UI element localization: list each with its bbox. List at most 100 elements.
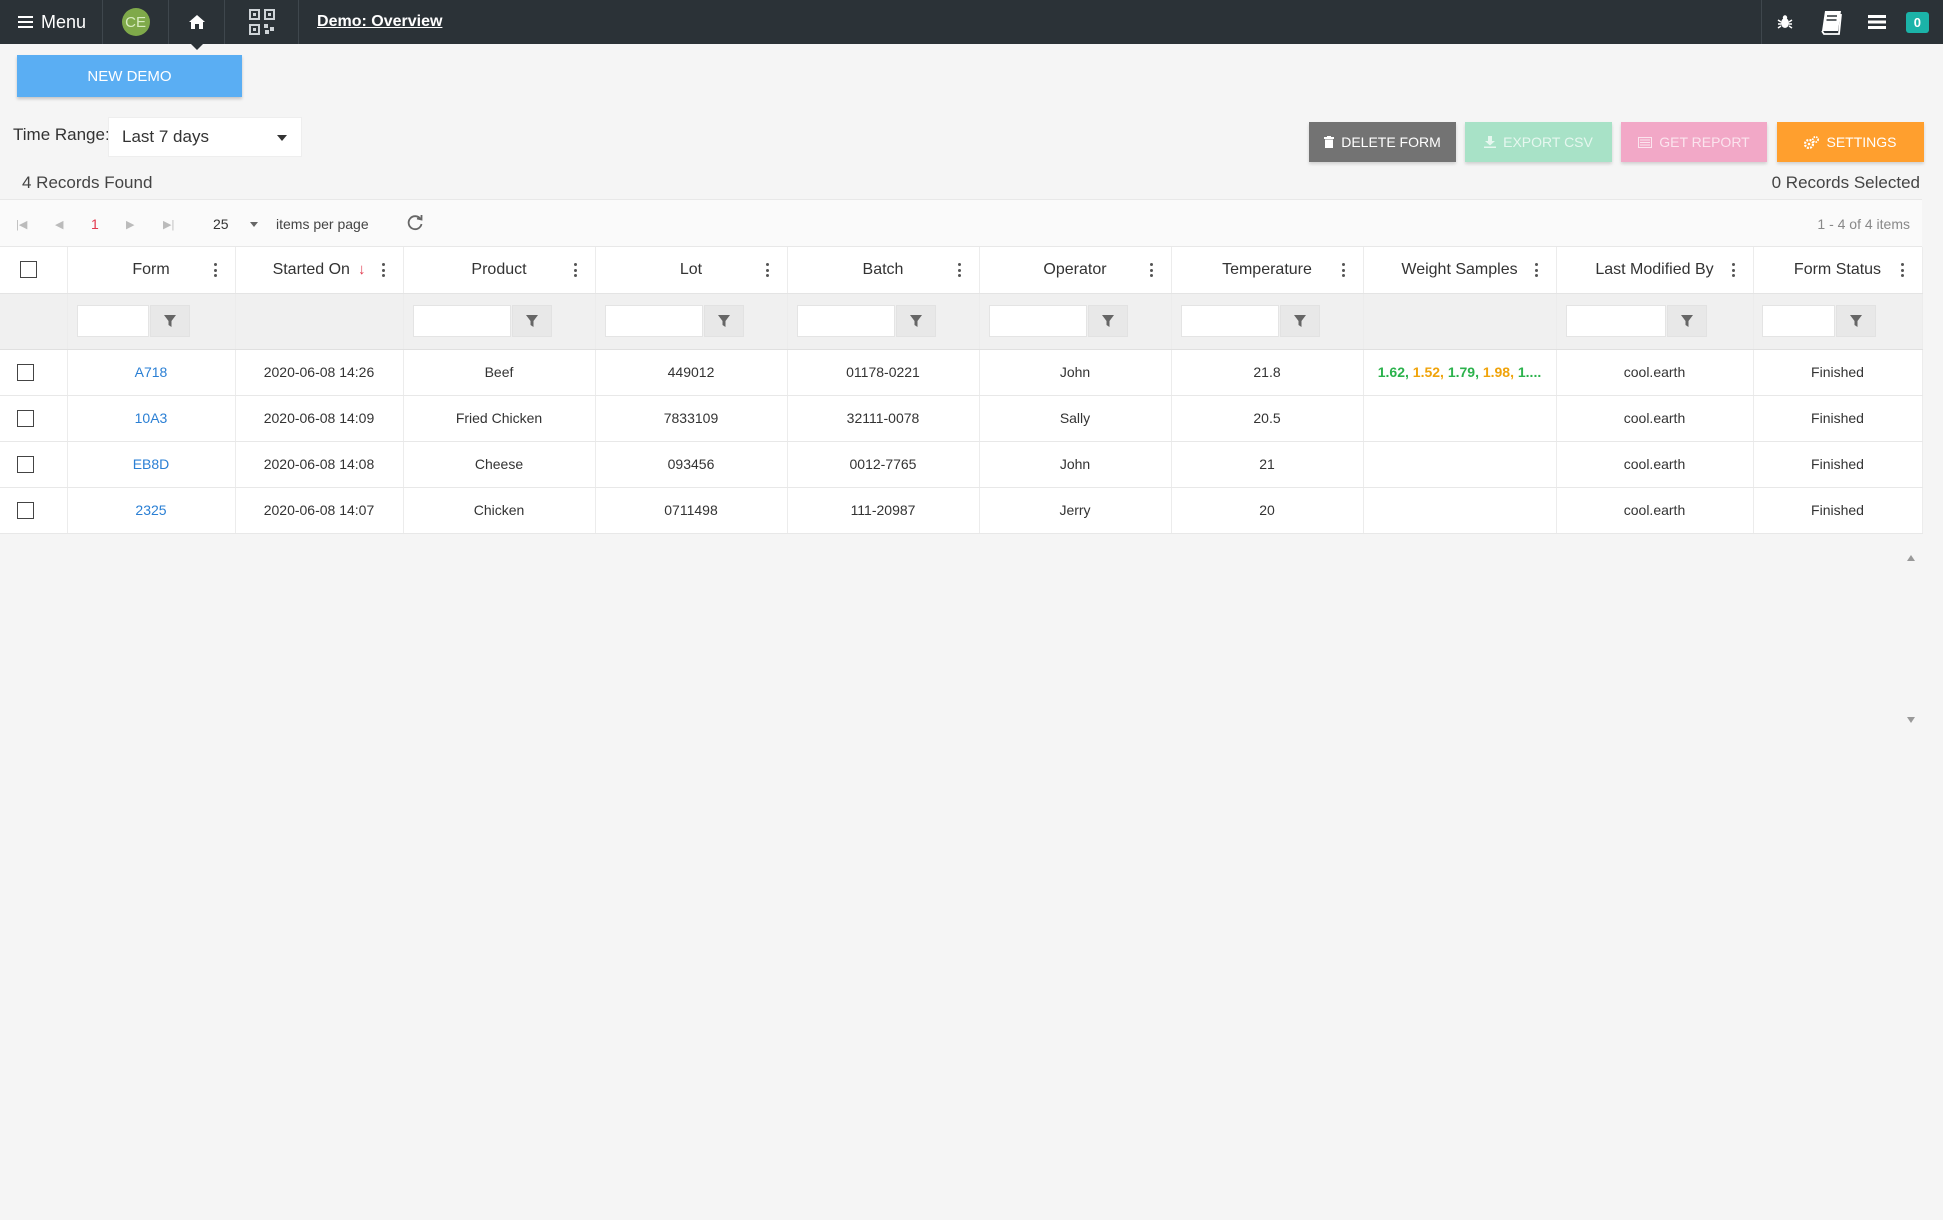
trash-icon (1324, 136, 1335, 148)
page-size-select[interactable]: 25 (213, 216, 229, 232)
form-filter-input[interactable] (76, 304, 149, 337)
bug-report-button[interactable] (1762, 0, 1808, 44)
column-menu-icon[interactable] (213, 263, 217, 277)
filter-button[interactable] (1279, 304, 1320, 337)
row-select-cell (0, 395, 68, 442)
menu-button[interactable]: Menu (0, 0, 104, 44)
filter-button[interactable] (1666, 304, 1707, 337)
row-checkbox[interactable] (17, 501, 34, 519)
qr-code-button[interactable] (225, 0, 300, 44)
book-icon (1821, 11, 1842, 35)
product-filter-input[interactable] (412, 304, 511, 337)
table-row[interactable]: 10A3 2020-06-08 14:09 Fried Chicken 7833109… (0, 395, 1923, 442)
scroll-down-icon[interactable] (1907, 717, 1915, 723)
column-header-form-status[interactable]: Form Status (1753, 247, 1923, 294)
modified-by-filter-input[interactable] (1565, 304, 1666, 337)
temperature-filter-input[interactable] (1180, 304, 1279, 337)
row-checkbox[interactable] (17, 409, 34, 427)
column-header-operator[interactable]: Operator (979, 247, 1172, 294)
column-header-batch[interactable]: Batch (787, 247, 980, 294)
filter-icon (717, 314, 730, 327)
column-menu-icon[interactable] (957, 263, 961, 277)
table-row[interactable]: EB8D 2020-06-08 14:08 Cheese 093456 0012-776… (0, 441, 1923, 488)
column-header-last-modified-by[interactable]: Last Modified By (1556, 247, 1754, 294)
column-menu-icon[interactable] (1149, 263, 1153, 277)
filter-icon (525, 314, 538, 327)
pager-range-info: 1 - 4 of 4 items (1817, 216, 1910, 232)
list-panel-button[interactable] (1854, 0, 1900, 44)
column-menu-icon[interactable] (1341, 263, 1345, 277)
table-row[interactable]: 2325 2020-06-08 14:07 Chicken 0711498 111-20… (0, 487, 1923, 534)
avatar-cell[interactable]: CE (103, 0, 170, 44)
product-cell-text: Cheese (474, 456, 524, 472)
prev-page-icon[interactable]: ◀ (55, 200, 63, 248)
column-menu-icon[interactable] (573, 263, 577, 277)
status-filter-input[interactable] (1761, 304, 1835, 337)
last-modified-by-cell-text: cool.earth (1623, 502, 1686, 518)
lot-filter-input[interactable] (604, 304, 703, 337)
form-link[interactable]: EB8D (133, 456, 170, 472)
filter-button[interactable] (149, 304, 190, 337)
first-page-icon[interactable]: |◀ (16, 200, 27, 248)
operator-filter-input[interactable] (988, 304, 1087, 337)
records-table: Form Started On ↓ Product Lot Batch Opera… (0, 247, 1923, 534)
temperature-cell: 20.5 (1171, 395, 1364, 442)
row-checkbox[interactable] (17, 455, 34, 473)
filter-button[interactable] (895, 304, 936, 337)
column-header-form[interactable]: Form (67, 247, 236, 294)
column-menu-icon[interactable] (1534, 263, 1538, 277)
row-checkbox[interactable] (17, 363, 34, 381)
new-demo-button[interactable]: NEW DEMO (17, 55, 242, 97)
settings-button[interactable]: SETTINGS (1777, 122, 1924, 162)
column-header-weight-samples[interactable]: Weight Samples (1363, 247, 1557, 294)
scroll-up-icon[interactable] (1907, 555, 1915, 561)
delete-form-button[interactable]: DELETE FORM (1309, 122, 1456, 162)
last-modified-by-cell: cool.earth (1556, 487, 1754, 534)
filter-button[interactable] (703, 304, 744, 337)
get-report-button[interactable]: GET REPORT (1621, 122, 1767, 162)
form-status-cell-text: Finished (1811, 502, 1864, 518)
filter-button[interactable] (511, 304, 552, 337)
select-all-checkbox[interactable] (20, 261, 37, 279)
home-button[interactable] (169, 0, 226, 50)
batch-filter-input[interactable] (796, 304, 895, 337)
time-range-select[interactable]: Last 7 days (108, 117, 302, 157)
sort-desc-icon: ↓ (357, 260, 366, 278)
column-menu-icon[interactable] (765, 263, 769, 277)
breadcrumb[interactable]: Demo: Overview (317, 13, 442, 31)
column-header-started-on[interactable]: Started On ↓ (235, 247, 404, 294)
form-link-cell[interactable]: 10A3 (67, 395, 236, 442)
form-link[interactable]: A718 (135, 364, 168, 380)
form-link-cell[interactable]: A718 (67, 349, 236, 396)
refresh-button[interactable] (406, 214, 424, 235)
form-link-cell[interactable]: 2325 (67, 487, 236, 534)
temperature-cell-text: 20.5 (1253, 410, 1281, 426)
column-header-temperature[interactable]: Temperature (1171, 247, 1364, 294)
column-menu-icon[interactable] (1900, 263, 1904, 277)
started-on-cell-text: 2020-06-08 14:08 (263, 456, 375, 472)
filter-icon (1101, 314, 1114, 327)
column-menu-icon[interactable] (1731, 263, 1735, 277)
column-header-lot[interactable]: Lot (595, 247, 788, 294)
avatar[interactable]: CE (121, 8, 150, 36)
filter-icon (909, 314, 922, 327)
list-icon (1867, 15, 1886, 29)
filter-button[interactable] (1087, 304, 1128, 337)
batch-cell: 0012-7765 (787, 441, 980, 488)
form-link[interactable]: 10A3 (135, 410, 168, 426)
documentation-button[interactable] (1808, 0, 1854, 44)
page-size-caret-icon[interactable] (250, 222, 258, 227)
column-menu-icon[interactable] (381, 263, 385, 277)
form-link[interactable]: 2325 (135, 502, 166, 518)
batch-cell-text: 32111-0078 (846, 410, 920, 426)
last-page-icon[interactable]: ▶| (163, 200, 174, 248)
notification-badge[interactable]: 0 (1905, 11, 1929, 33)
export-csv-button[interactable]: EXPORT CSV (1465, 122, 1612, 162)
table-row[interactable]: A718 2020-06-08 14:26 Beef 449012 01178-0221… (0, 349, 1923, 396)
next-page-icon[interactable]: ▶ (126, 200, 134, 248)
column-header-product[interactable]: Product (403, 247, 596, 294)
form-link-cell[interactable]: EB8D (67, 441, 236, 488)
filter-button[interactable] (1835, 304, 1876, 337)
started-on-cell-text: 2020-06-08 14:26 (263, 364, 375, 380)
current-page-number[interactable]: 1 (91, 200, 99, 248)
